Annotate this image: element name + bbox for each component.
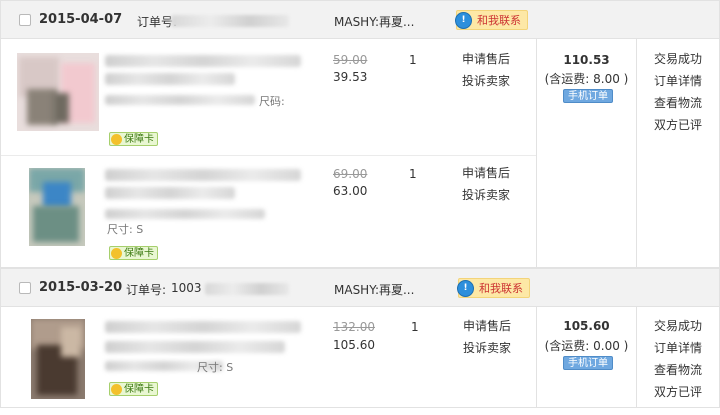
product-image[interactable] (31, 319, 85, 399)
product-attrs-redacted (105, 95, 255, 105)
original-price: 59.00 (333, 53, 368, 67)
quantity: 1 (409, 53, 417, 67)
original-price: 69.00 (333, 167, 368, 181)
product-title-redacted (105, 187, 235, 199)
product-title-redacted (105, 341, 285, 353)
item-divider (1, 155, 536, 156)
contact-seller-button[interactable]: ! 和我联系 (455, 10, 528, 30)
order-detail-link[interactable]: 订单详情 (654, 338, 702, 358)
contact-seller-button[interactable]: ! 和我联系 (457, 278, 530, 298)
original-price: 132.00 (333, 320, 375, 334)
contact-seller-label: 和我联系 (477, 14, 521, 27)
order-number-redacted (171, 15, 289, 27)
chat-bubble-icon: ! (455, 12, 472, 29)
complain-seller-link[interactable]: 投诉卖家 (462, 185, 510, 205)
after-sale-link[interactable]: 申请售后 (463, 316, 511, 336)
after-sale-link[interactable]: 申请售后 (462, 163, 510, 183)
contact-seller-label: 和我联系 (479, 282, 523, 295)
mobile-order-badge: 手机订单 (563, 356, 613, 370)
unit-price: 39.53 (333, 70, 368, 84)
guarantee-badge[interactable]: 保障卡 (109, 132, 158, 146)
order-checkbox[interactable] (19, 14, 31, 26)
size-label: 尺寸: S (107, 223, 144, 236)
view-logistics-link[interactable]: 查看物流 (654, 360, 702, 380)
column-divider (636, 39, 637, 268)
guarantee-icon (111, 248, 122, 259)
order-detail-link[interactable]: 订单详情 (654, 71, 702, 91)
unit-price: 105.60 (333, 338, 375, 352)
chat-bubble-icon: ! (457, 280, 474, 297)
size-label: 尺寸: S (197, 361, 234, 374)
guarantee-icon (111, 384, 122, 395)
complain-seller-link[interactable]: 投诉卖家 (462, 71, 510, 91)
order-header: 2015-03-20 订单号: 1003 MASHY:再夏... ! 和我联系 (1, 269, 719, 307)
status-trade-success: 交易成功 (654, 52, 703, 66)
product-attrs-redacted (105, 209, 265, 219)
complain-seller-link[interactable]: 投诉卖家 (463, 338, 511, 358)
order-number-prefix: 1003 (171, 281, 202, 295)
shipping-fee: (含运费: 8.00 ) (544, 72, 629, 86)
size-label: 尺码: (259, 95, 285, 108)
shop-name[interactable]: MASHY:再夏... (334, 13, 414, 30)
column-divider (636, 307, 637, 408)
order-date: 2015-03-20 (39, 280, 123, 295)
quantity: 1 (409, 167, 417, 181)
order-card: 2015-04-07 订单号: MASHY:再夏... ! 和我联系 尺码: 保… (0, 0, 720, 268)
order-date: 2015-04-07 (39, 12, 123, 27)
rated-status: 双方已评 (654, 385, 703, 399)
product-title-redacted (105, 73, 235, 85)
guarantee-badge[interactable]: 保障卡 (109, 382, 158, 396)
order-checkbox[interactable] (19, 282, 31, 294)
order-card: 2015-03-20 订单号: 1003 MASHY:再夏... ! 和我联系 … (0, 268, 720, 408)
unit-price: 63.00 (333, 184, 368, 198)
mobile-order-badge: 手机订单 (563, 89, 613, 103)
product-image[interactable] (29, 168, 85, 246)
product-title-redacted (105, 55, 301, 67)
order-number-redacted (205, 283, 289, 295)
guarantee-icon (111, 134, 122, 145)
view-logistics-link[interactable]: 查看物流 (654, 93, 702, 113)
status-trade-success: 交易成功 (654, 319, 703, 333)
order-header: 2015-04-07 订单号: MASHY:再夏... ! 和我联系 (1, 1, 719, 39)
guarantee-badge[interactable]: 保障卡 (109, 246, 158, 260)
after-sale-link[interactable]: 申请售后 (462, 49, 510, 69)
shop-name[interactable]: MASHY:再夏... (334, 281, 414, 298)
product-title-redacted (105, 169, 301, 181)
product-image[interactable] (17, 53, 99, 131)
order-number-label: 订单号: (126, 283, 167, 297)
order-total: 105.60 (563, 319, 610, 333)
quantity: 1 (411, 320, 419, 334)
order-total: 110.53 (563, 53, 610, 67)
shipping-fee: (含运费: 0.00 ) (544, 339, 629, 353)
product-title-redacted (105, 321, 301, 333)
rated-status: 双方已评 (654, 118, 703, 132)
